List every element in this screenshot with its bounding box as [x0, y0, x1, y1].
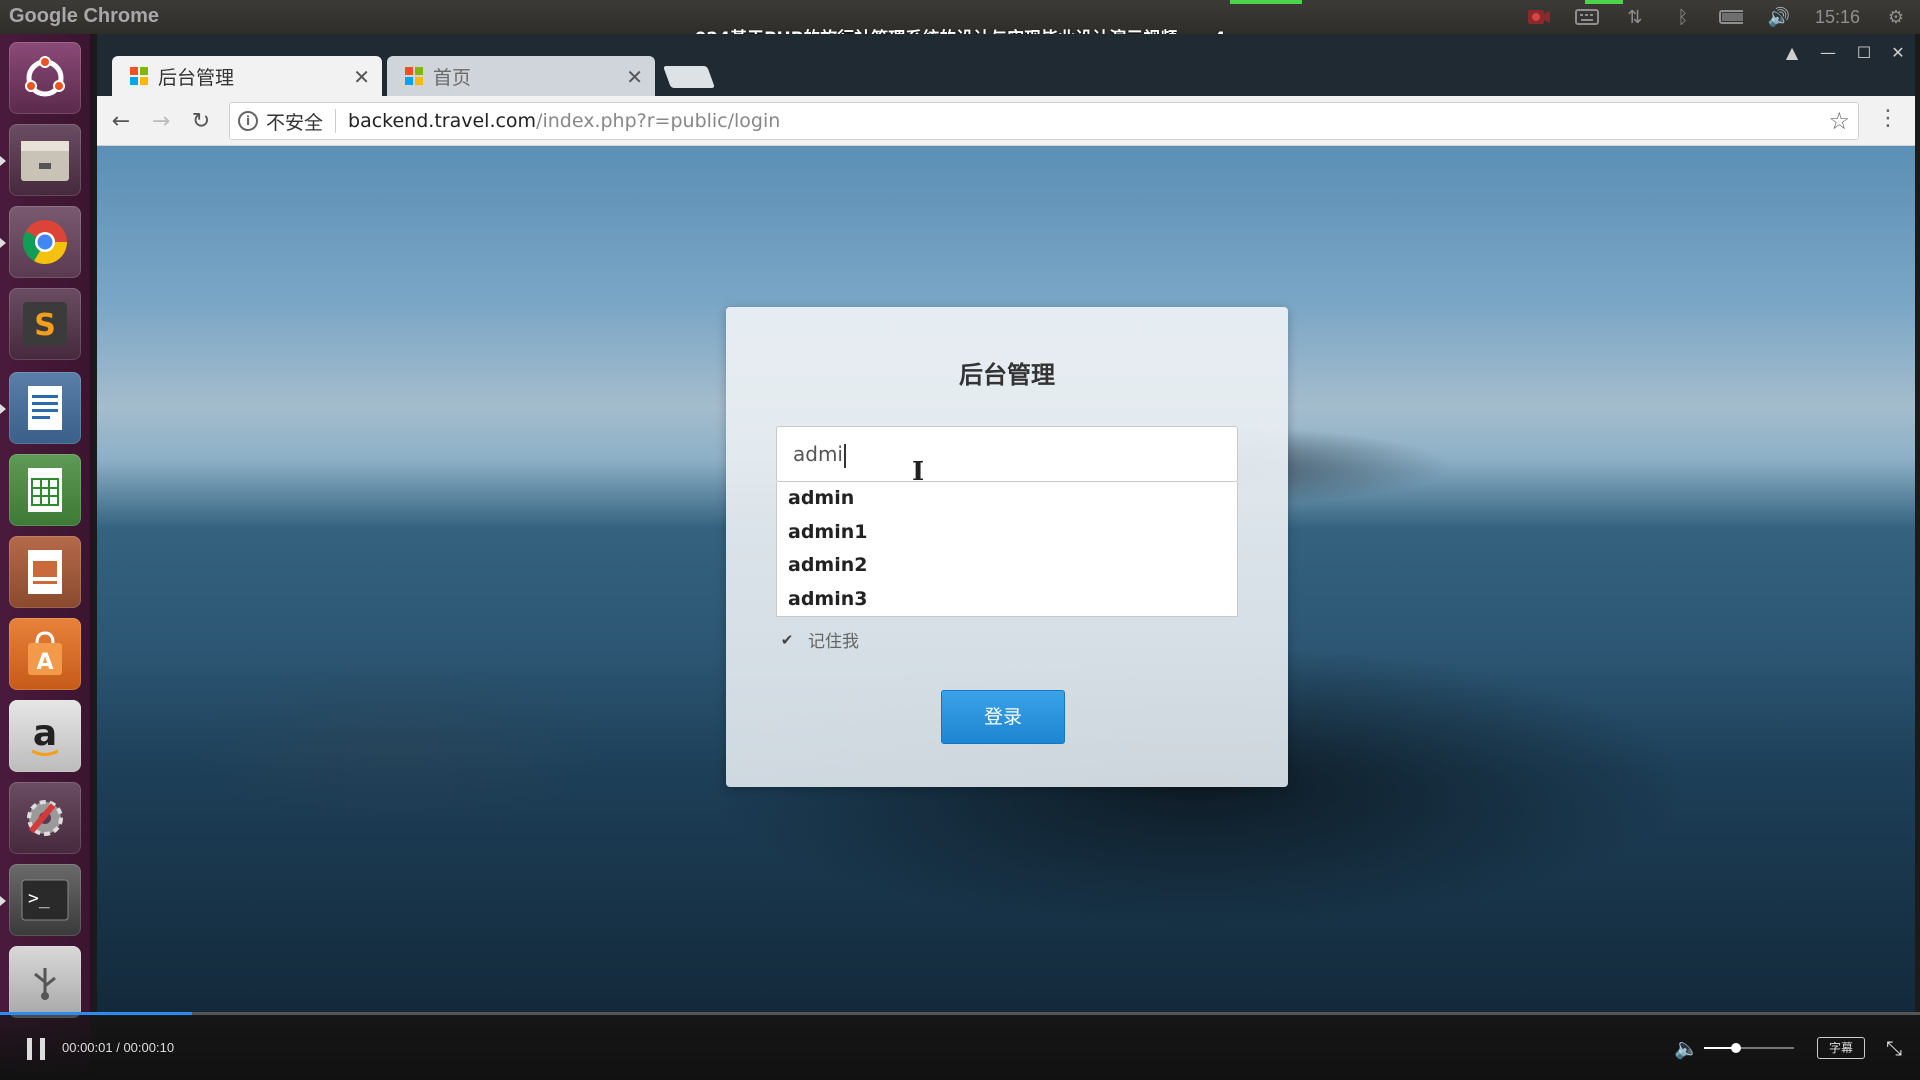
close-icon[interactable]: ✕	[626, 65, 643, 89]
terminal-icon[interactable]: >_	[9, 864, 81, 936]
top-panel: Google Chrome ⇅ ᛒ 🔊 15:16 ⚙ 024基于PHP的旅行社…	[0, 0, 1920, 49]
running-indicator	[0, 896, 6, 906]
url-path[interactable]: /index.php?r=public/login	[536, 110, 780, 132]
forward-icon[interactable]: →	[147, 108, 175, 136]
tab-backend-admin[interactable]: 后台管理 ✕	[112, 56, 382, 96]
suggestion-item[interactable]: admin2	[777, 549, 1237, 583]
back-icon[interactable]: ←	[107, 108, 135, 136]
favicon-icon	[405, 67, 423, 85]
tab-label: 首页	[433, 66, 472, 89]
browser-toolbar: ← → ↻ i 不安全 backend.travel.com/index.php…	[97, 96, 1915, 146]
bookmark-star-icon[interactable]: ☆	[1828, 107, 1850, 135]
files-icon[interactable]	[9, 124, 81, 196]
text-caret	[844, 443, 846, 468]
login-button[interactable]: 登录	[941, 690, 1065, 744]
pause-icon[interactable]	[27, 1038, 47, 1060]
tab-label: 后台管理	[158, 66, 235, 89]
impress-icon[interactable]	[9, 536, 81, 608]
running-indicator	[0, 404, 6, 414]
url-host[interactable]: backend.travel.com	[348, 110, 536, 132]
page-viewport: 后台管理 admi I admin admin1 admin2 admin3 ✔…	[97, 146, 1915, 1016]
profile-icon[interactable]: ▲	[1777, 40, 1807, 66]
close-window-icon[interactable]: ✕	[1883, 40, 1913, 66]
username-value: admi	[793, 442, 843, 466]
progress-track[interactable]	[0, 1012, 1920, 1015]
calc-icon[interactable]	[9, 454, 81, 526]
volume-slider[interactable]	[1704, 1043, 1794, 1053]
volume-icon[interactable]: 🔈	[1674, 1036, 1699, 1060]
divider	[335, 109, 337, 133]
system-settings-icon[interactable]	[9, 782, 81, 854]
svg-text:>_: >_	[28, 888, 50, 909]
svg-text:a: a	[33, 713, 57, 754]
username-input[interactable]: admi	[776, 426, 1238, 482]
suggestion-item[interactable]: admin1	[777, 516, 1237, 550]
svg-text:S: S	[34, 308, 56, 343]
maximize-icon[interactable]: ☐	[1849, 40, 1879, 66]
ubuntu-dash-icon[interactable]	[9, 42, 81, 114]
progress-indicator	[1230, 0, 1302, 4]
time-readout: 00:00:01 / 00:00:10	[62, 1040, 175, 1055]
sublime-text-icon[interactable]: S	[9, 288, 81, 360]
software-center-icon[interactable]: A	[9, 618, 81, 690]
running-indicator	[0, 238, 6, 248]
writer-icon[interactable]	[9, 372, 81, 444]
browser-window: 后台管理 ✕ 首页 ✕ ▲ — ☐ ✕ ← → ↻ i 不安全 backend.…	[97, 34, 1915, 1016]
running-indicator	[0, 156, 6, 166]
tab-strip: 后台管理 ✕ 首页 ✕ ▲ — ☐ ✕	[97, 34, 1915, 96]
page-title: 后台管理	[959, 361, 1055, 389]
amazon-icon[interactable]: a	[9, 700, 81, 772]
address-bar[interactable]: i 不安全 backend.travel.com/index.php?r=pub…	[229, 102, 1859, 140]
remember-label[interactable]: 记住我	[808, 627, 859, 652]
chrome-icon[interactable]	[9, 206, 81, 278]
info-icon[interactable]: i	[238, 111, 258, 131]
progress-fill	[0, 1012, 192, 1015]
autocomplete-dropdown: admin admin1 admin2 admin3	[776, 482, 1238, 617]
security-label[interactable]: 不安全	[266, 108, 323, 135]
video-player-bar: 00:00:01 / 00:00:10 🔈 字幕 ⤡	[0, 1012, 1920, 1080]
minimize-icon[interactable]: —	[1813, 40, 1843, 66]
menu-icon[interactable]: ⋮	[1877, 106, 1899, 131]
login-card: 后台管理 admi I admin admin1 admin2 admin3 ✔…	[726, 307, 1288, 787]
usb-icon[interactable]	[9, 946, 81, 1018]
new-tab-button[interactable]	[662, 66, 716, 88]
suggestion-item[interactable]: admin	[777, 482, 1237, 516]
subtitle-button[interactable]: 字幕	[1817, 1037, 1865, 1059]
launcher: S A a >_	[0, 34, 92, 1080]
remember-checkbox[interactable]: ✔	[778, 631, 796, 649]
exit-fullscreen-icon[interactable]: ⤡	[1886, 1036, 1902, 1060]
close-icon[interactable]: ✕	[353, 65, 370, 89]
suggestion-item[interactable]: admin3	[777, 583, 1237, 617]
remember-me[interactable]: ✔ 记住我	[778, 627, 859, 653]
reload-icon[interactable]: ↻	[187, 108, 215, 136]
favicon-icon	[130, 67, 148, 85]
volume-knob[interactable]	[1730, 1043, 1741, 1053]
tab-home[interactable]: 首页 ✕	[387, 56, 655, 96]
svg-text:A: A	[36, 650, 53, 675]
